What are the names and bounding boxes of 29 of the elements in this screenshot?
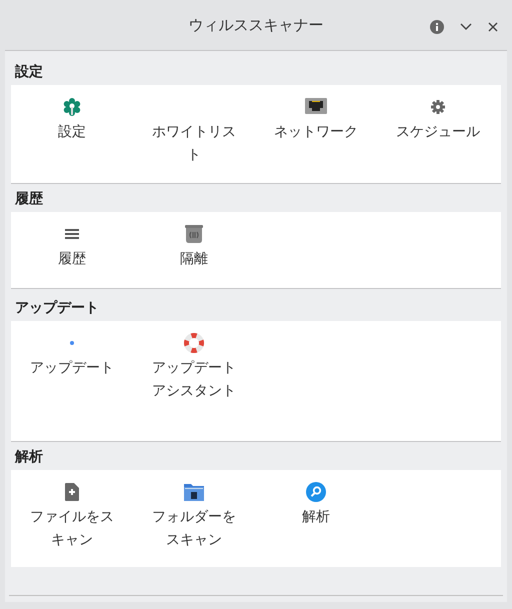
tool-button[interactable]: アップデート xyxy=(11,329,133,380)
tool-button[interactable]: 隔離 xyxy=(133,220,255,271)
trash-bin-icon[interactable] xyxy=(184,224,204,244)
wrench-flower-icon[interactable] xyxy=(62,97,82,117)
gear-icon[interactable] xyxy=(430,99,446,115)
network-port-icon[interactable] xyxy=(305,98,327,116)
section-heading: アップデート xyxy=(14,299,100,318)
info-icon[interactable] xyxy=(430,20,444,34)
tool-button[interactable]: ネットワーク xyxy=(255,93,377,144)
tool-button[interactable]: スケジュール xyxy=(377,93,499,144)
tool-button[interactable]: 解析 xyxy=(255,478,377,529)
tool-button[interactable]: 履歴 xyxy=(11,220,133,271)
folder-icon[interactable] xyxy=(184,483,204,501)
tool-button[interactable]: ファイルをスキャン xyxy=(11,478,133,552)
chevron-down-icon[interactable] xyxy=(460,23,472,31)
section-heading: 設定 xyxy=(14,62,44,82)
dot-icon[interactable] xyxy=(70,341,74,345)
menu-icon[interactable] xyxy=(65,228,79,240)
tool-button[interactable]: 設定 xyxy=(11,93,133,144)
tool-button[interactable]: フォルダーをスキャン xyxy=(133,478,255,552)
tool-button[interactable]: アップデートアシスタント xyxy=(133,329,255,403)
close-icon[interactable] xyxy=(488,22,498,32)
section-heading: 解析 xyxy=(14,448,44,467)
lifebuoy-icon[interactable] xyxy=(184,333,204,353)
search-icon[interactable] xyxy=(306,482,326,502)
window-title: ウィルススキャナー xyxy=(188,16,324,34)
file-plus-icon[interactable] xyxy=(65,483,79,501)
tool-button[interactable]: ホワイトリスト xyxy=(133,93,255,167)
section-heading: 履歴 xyxy=(14,190,44,209)
